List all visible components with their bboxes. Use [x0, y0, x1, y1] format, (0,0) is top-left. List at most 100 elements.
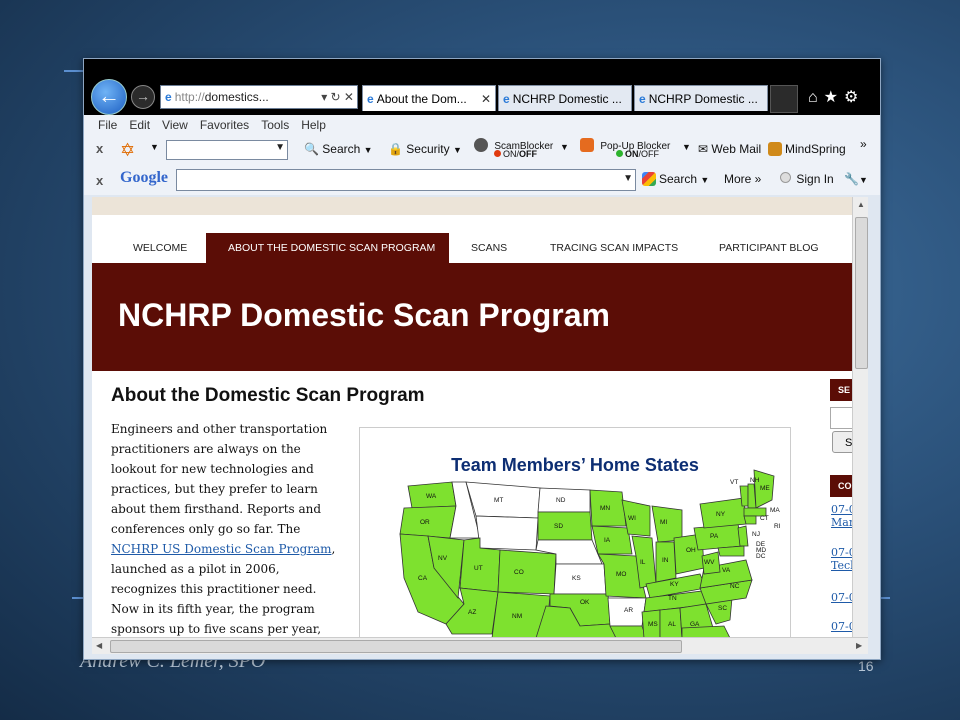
map-state-label: SC [718, 605, 727, 612]
security-button[interactable]: 🔒 Security ▼ [388, 142, 462, 156]
horizontal-scrollbar[interactable]: ◀ ▶ [92, 637, 868, 654]
map-state-label: OK [580, 599, 590, 606]
paragraph-text-1: Engineers and other transportation pract… [111, 422, 328, 536]
chevron-down-icon[interactable]: ▼ [150, 142, 159, 152]
map-state [737, 525, 749, 547]
tab-label: NCHRP Domestic ... [512, 92, 622, 106]
horizontal-scroll-thumb[interactable] [110, 640, 682, 653]
google-search-input[interactable]: ▼ [176, 169, 636, 191]
map-state-label: NJ [752, 531, 760, 538]
scroll-right-icon[interactable]: ▶ [856, 641, 862, 650]
toolbar-overflow-button[interactable]: » [860, 137, 867, 151]
tab-about-domestic-scan[interactable]: e About the Dom... ✕ [362, 85, 496, 111]
close-toolbar-button[interactable]: x [96, 141, 103, 156]
menu-file[interactable]: File [98, 115, 117, 135]
search-button[interactable]: 🔍 Search ▼ [304, 142, 373, 156]
vertical-scroll-thumb[interactable] [855, 217, 868, 369]
nav-welcome[interactable]: WELCOME [133, 233, 187, 263]
mail-icon: ✉ [698, 142, 709, 156]
google-search-icon [642, 172, 656, 186]
wrench-icon[interactable]: 🔧▼ [844, 172, 868, 186]
chevron-down-icon[interactable]: ▼ [275, 142, 285, 153]
chevron-down-icon[interactable]: ▼ [682, 142, 691, 152]
lock-icon: 🔒 [388, 142, 403, 156]
map-state [743, 515, 757, 525]
favorites-star-icon[interactable]: ★ [824, 89, 844, 106]
popup-off: OFF [641, 149, 660, 159]
menu-help[interactable]: Help [301, 115, 326, 135]
popup-on: ON [625, 149, 639, 159]
close-tab-icon[interactable]: ✕ [481, 86, 491, 111]
scroll-left-icon[interactable]: ◀ [96, 641, 102, 650]
sign-in-label: Sign In [796, 172, 834, 186]
close-toolbar-button[interactable]: x [96, 173, 103, 188]
map-state-label: IL [640, 559, 646, 566]
nav-participant-blog[interactable]: PARTICIPANT BLOG [719, 233, 819, 263]
menu-favorites[interactable]: Favorites [200, 115, 249, 135]
map-state-label: IN [662, 557, 669, 564]
new-tab-button[interactable] [770, 85, 798, 113]
tools-gear-icon[interactable]: ⚙ [844, 89, 864, 106]
ie-icon: e [165, 90, 172, 104]
map-state-label: ND [556, 497, 566, 504]
scamblocker-button[interactable]: ScamBlocker ON/OFF [474, 138, 553, 159]
map-state-label: MI [660, 519, 667, 526]
google-search-label: Search [659, 172, 698, 186]
tab-label: NCHRP Domestic ... [648, 92, 758, 106]
map-state-label: NY [716, 511, 726, 518]
page-heading: About the Domestic Scan Program [111, 385, 425, 406]
map-state-label: VA [722, 567, 731, 574]
address-protocol: http:// [174, 90, 205, 104]
toolbar-logo-icon[interactable]: ✡ [120, 140, 135, 161]
sign-in-icon [780, 172, 791, 183]
map-state-label: CO [514, 569, 524, 576]
map-state-label: KY [670, 581, 679, 588]
nav-about[interactable]: ABOUT THE DOMESTIC SCAN PROGRAM [206, 233, 449, 263]
forward-button[interactable]: → [131, 85, 155, 109]
slide-decor-line-top [64, 70, 84, 72]
map-state [591, 525, 633, 555]
scamblocker-off: OFF [519, 149, 538, 159]
map-state-label: WA [426, 493, 437, 500]
address-controls[interactable]: ▾ ↻ ✕ [321, 86, 354, 108]
titlebar-icons: ⌂★⚙ [808, 87, 864, 107]
search-label: Search [322, 142, 361, 156]
popup-blocker-icon [580, 138, 594, 152]
map-state-label: OH [686, 547, 696, 554]
menu-edit[interactable]: Edit [129, 115, 150, 135]
home-icon[interactable]: ⌂ [808, 89, 824, 106]
menu-view[interactable]: View [162, 115, 188, 135]
google-search-button[interactable]: Search ▼ [642, 172, 709, 186]
more-button[interactable]: More » [724, 172, 761, 186]
map-state-label: UT [474, 565, 483, 572]
scan-program-link[interactable]: NCHRP US Domestic Scan Program [111, 542, 332, 556]
map-state-label: AL [668, 621, 676, 628]
map-state-label: ME [760, 485, 770, 492]
nav-tracing-scan-impacts[interactable]: TRACING SCAN IMPACTS [550, 233, 678, 263]
map-state-label: DC [756, 553, 766, 560]
green-status-dot [616, 150, 623, 157]
mindspring-button[interactable]: MindSpring [768, 142, 846, 156]
back-arrow-icon: ← [98, 83, 120, 108]
map-state-label: CT [760, 515, 769, 522]
map-state-label: WI [628, 515, 636, 522]
tab-nchrp-domestic-1[interactable]: e NCHRP Domestic ... [498, 85, 632, 111]
toolbar-search-input[interactable]: ▼ [166, 140, 288, 160]
mindspring-icon [768, 142, 782, 156]
sign-in-button[interactable]: Sign In [780, 172, 834, 186]
chevron-down-icon[interactable]: ▼ [560, 142, 569, 152]
webmail-button[interactable]: ✉ Web Mail [698, 142, 761, 156]
vertical-scrollbar[interactable]: ▲ [852, 197, 868, 637]
popup-blocker-button[interactable]: Pop-Up Blocker ON/OFF [580, 138, 670, 159]
tab-nchrp-domestic-2[interactable]: e NCHRP Domestic ... [634, 85, 768, 111]
google-toolbar: x Google ▼ Search ▼ More » Sign In 🔧▼ [84, 165, 880, 195]
nav-scans[interactable]: SCANS [471, 233, 507, 263]
chevron-down-icon[interactable]: ▼ [623, 173, 633, 184]
address-bar[interactable]: e http://domestics... ▾ ↻ ✕ [160, 85, 358, 109]
scroll-up-icon[interactable]: ▲ [857, 200, 865, 209]
forward-arrow-icon: → [136, 88, 150, 104]
map-state-label: SD [554, 523, 563, 530]
map-state [475, 515, 539, 551]
back-button[interactable]: ← [91, 79, 127, 115]
menu-tools[interactable]: Tools [261, 115, 289, 135]
